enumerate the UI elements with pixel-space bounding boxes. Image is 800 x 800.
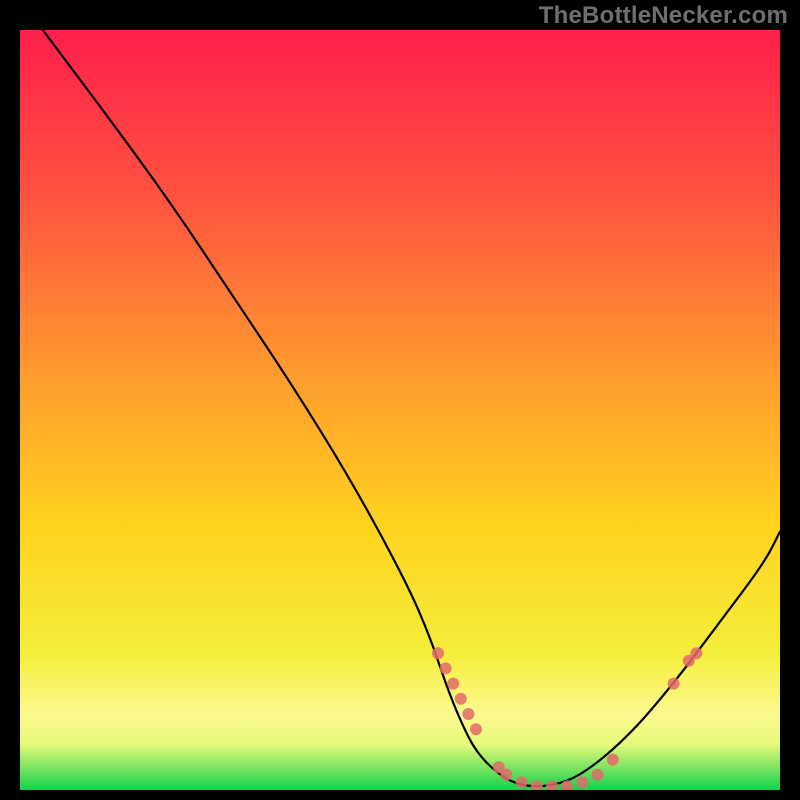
marker-dot: [592, 769, 604, 781]
marker-dot: [607, 754, 619, 766]
watermark-text: TheBottleNecker.com: [539, 2, 788, 30]
highlight-markers: [432, 647, 702, 790]
marker-dot: [455, 693, 467, 705]
marker-dot: [531, 780, 543, 790]
marker-dot: [668, 678, 680, 690]
marker-dot: [576, 776, 588, 788]
marker-dot: [447, 678, 459, 690]
plot-area: [20, 30, 780, 790]
chart-container: TheBottleNecker.com: [0, 0, 800, 800]
marker-dot: [432, 647, 444, 659]
marker-dot: [440, 662, 452, 674]
marker-dot: [690, 647, 702, 659]
marker-dot: [516, 776, 528, 788]
bottleneck-curve: [43, 30, 780, 786]
marker-dot: [462, 708, 474, 720]
marker-dot: [546, 780, 558, 790]
marker-dot: [470, 723, 482, 735]
marker-dot: [500, 769, 512, 781]
curve-layer: [20, 30, 780, 790]
